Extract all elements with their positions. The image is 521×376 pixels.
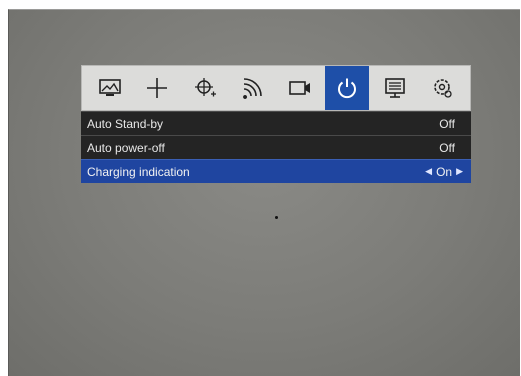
row-value: Off [439, 140, 455, 155]
display-settings-icon [384, 78, 405, 98]
wireless-icon [243, 78, 263, 99]
tab-crosshair[interactable] [135, 66, 179, 110]
menu-row-charging-indication[interactable]: Charging indication ◀ On ▶ [81, 159, 471, 183]
screen-background: Auto Stand-by Off Auto power-off Off Cha… [8, 9, 520, 376]
arrow-left-icon[interactable]: ◀ [425, 166, 432, 177]
tab-picture[interactable] [88, 66, 132, 110]
row-value: Off [439, 116, 455, 131]
tab-video[interactable] [278, 66, 322, 110]
value-selector[interactable]: ◀ On ▶ [425, 165, 465, 179]
settings-menu: Auto Stand-by Off Auto power-off Off Cha… [81, 65, 471, 183]
video-camera-icon [288, 81, 310, 95]
menu-row-auto-standby[interactable]: Auto Stand-by Off [81, 111, 471, 135]
power-icon [338, 78, 357, 99]
row-label: Auto power-off [87, 140, 165, 155]
system-settings-icon [434, 79, 452, 98]
row-value: On [436, 164, 453, 179]
reticle-icon [194, 78, 216, 97]
center-dot [275, 216, 278, 219]
crosshair-icon [147, 78, 168, 98]
picture-icon [99, 79, 121, 96]
row-label: Auto Stand-by [87, 116, 164, 131]
tab-reticle[interactable] [183, 66, 227, 110]
menu-row-auto-power-off[interactable]: Auto power-off Off [81, 135, 471, 159]
menu-tab-bar [81, 65, 471, 111]
tab-power[interactable] [325, 66, 370, 110]
tab-wireless[interactable] [230, 66, 274, 110]
tab-system[interactable] [420, 66, 464, 110]
arrow-right-icon[interactable]: ▶ [456, 166, 463, 177]
tab-display[interactable] [373, 66, 417, 110]
row-label: Charging indication [87, 164, 190, 179]
